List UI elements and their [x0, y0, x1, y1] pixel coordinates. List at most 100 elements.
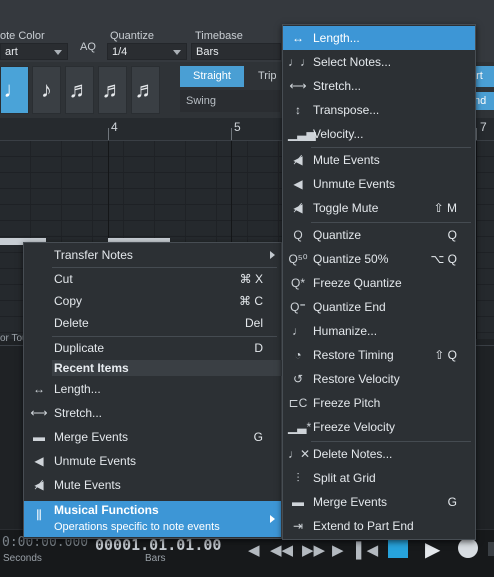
ruler-tick — [231, 128, 232, 140]
note-color-label: ote Color — [0, 30, 45, 42]
recent-items-header: Recent Items — [52, 360, 304, 376]
note-color-value: art — [5, 46, 18, 58]
transpose-icon: ↕ — [295, 103, 301, 117]
menu-item-length[interactable]: ↔ Length... — [24, 377, 281, 401]
menu-item-mute-events[interactable]: ◀̸ Mute Events — [283, 148, 475, 172]
straight-button[interactable]: Straight — [180, 66, 244, 87]
shortcut-label: Del — [244, 316, 263, 330]
restore-velocity-icon: ↺ — [292, 372, 304, 386]
fast-forward-icon[interactable]: ▶▶ — [302, 541, 325, 559]
note-color-select[interactable]: art — [0, 43, 68, 60]
menu-item-merge-events[interactable]: ▬ Merge Events G — [283, 490, 475, 514]
menu-item-delete[interactable]: Delete Del — [24, 311, 281, 335]
menu-item-label: Quantize 50% — [313, 252, 389, 266]
shortcut-label: ⌘ X — [239, 272, 263, 286]
musical-functions-icon: ⫼ — [36, 508, 42, 522]
menu-item-label: Delete Notes... — [313, 447, 393, 461]
quantize-value: 1/4 — [112, 46, 128, 58]
menu-item-transfer-notes[interactable]: Transfer Notes — [24, 243, 281, 267]
quantize-icon: Q — [293, 228, 303, 242]
menu-item-label: Length... — [313, 31, 360, 45]
play-icon[interactable]: ▶ — [425, 537, 440, 562]
bars-unit-label: Bars — [145, 553, 166, 564]
menu-item-restore-timing[interactable]: ◔ Restore Timing ⇧ Q — [283, 343, 475, 367]
menu-item-unmute-events[interactable]: ◀ Unmute Events — [283, 172, 475, 196]
menu-item-quantize-50[interactable]: Q⁵⁰ Quantize 50% ⌥ Q — [283, 247, 475, 271]
aq-button[interactable]: AQ — [80, 41, 96, 53]
return-to-zero-icon[interactable]: ▌◀ — [356, 541, 378, 559]
menu-item-label: Transpose... — [313, 103, 380, 117]
sixtyfourth-note-button[interactable]: ♬ — [131, 66, 160, 114]
menu-item-cut[interactable]: Cut ⌘ X — [24, 267, 281, 291]
menu-item-merge-events[interactable]: ▬ Merge Events G — [24, 425, 281, 449]
menu-item-extend-to-part-end[interactable]: ⇥ Extend to Part End — [283, 514, 475, 538]
menu-item-copy[interactable]: Copy ⌘ C — [24, 289, 281, 313]
eighth-note-button[interactable]: ♪ — [32, 66, 61, 114]
triplet-button[interactable]: Trip — [258, 66, 277, 87]
velocity-icon: ▁▃▅ — [288, 127, 316, 141]
menu-item-transpose[interactable]: ↕ Transpose... — [283, 98, 475, 122]
menu-item-split-at-grid[interactable]: ⫶ Split at Grid — [283, 466, 475, 490]
loop-icon[interactable] — [488, 542, 494, 556]
timebase-select[interactable]: Bars — [191, 43, 281, 60]
menu-item-musical-functions[interactable]: ⫼ Musical Functions Operations specific … — [24, 501, 281, 537]
menu-item-velocity[interactable]: ▁▃▅ Velocity... — [283, 122, 475, 146]
menu-item-freeze-pitch[interactable]: ⊏C Freeze Pitch — [283, 391, 475, 415]
forward-icon[interactable]: ▶ — [332, 541, 344, 559]
menu-item-label: Unmute Events — [54, 454, 137, 468]
menu-item-freeze-quantize[interactable]: Q* Freeze Quantize — [283, 271, 475, 295]
menu-item-humanize[interactable]: ♩ Humanize... — [283, 319, 475, 343]
split-icon: ⫶ — [296, 471, 300, 485]
menu-item-length[interactable]: ↔ Length... — [283, 26, 475, 50]
menu-item-label: Freeze Velocity — [313, 420, 396, 434]
shortcut-label: G — [447, 495, 457, 509]
rewind-icon[interactable]: ◀ — [248, 541, 260, 559]
chevron-down-icon — [173, 50, 181, 55]
menu-item-label: Mute Events — [54, 478, 121, 492]
shortcut-label: Q — [447, 228, 457, 242]
shortcut-label: ⌘ C — [239, 294, 263, 308]
quantize-select[interactable]: 1/4 — [107, 43, 187, 60]
shortcut-label: ⌥ Q — [430, 252, 458, 266]
speaker-icon: ◀ — [34, 454, 44, 468]
menu-item-quantize[interactable]: Q Quantize Q — [283, 223, 475, 247]
sixteenth-note-button[interactable]: ♬ — [65, 66, 94, 114]
menu-item-label: Extend to Part End — [313, 519, 414, 533]
menu-item-restore-velocity[interactable]: ↺ Restore Velocity — [283, 367, 475, 391]
extend-icon: ⇥ — [292, 519, 304, 533]
submenu-arrow-icon — [270, 251, 275, 259]
ruler-mark-4: 4 — [111, 120, 118, 134]
menu-item-mute-events[interactable]: ◀̸ Mute Events — [24, 473, 281, 497]
thirtysecond-note-button[interactable]: ♬ — [98, 66, 127, 114]
menu-item-toggle-mute[interactable]: ◀̸ Toggle Mute ⇧ M — [283, 196, 475, 220]
record-button[interactable] — [458, 538, 478, 558]
menu-item-duplicate[interactable]: Duplicate D — [24, 336, 281, 360]
menu-item-label: Delete — [54, 316, 89, 330]
merge-icon: ▬ — [292, 495, 304, 509]
menu-item-label: Humanize... — [313, 324, 378, 338]
menu-item-label: Stretch... — [54, 406, 103, 420]
swing-slider[interactable]: Swing — [180, 90, 280, 112]
stop-button[interactable] — [388, 538, 408, 558]
quarter-note-button[interactable]: ♩ — [0, 66, 29, 114]
end-button[interactable]: nd — [474, 92, 494, 110]
menu-item-quantize-end[interactable]: Q⁼ Quantize End — [283, 295, 475, 319]
ruler-tick — [108, 128, 109, 140]
menu-item-stretch[interactable]: ⟷ Stretch... — [283, 74, 475, 98]
menu-item-label: Restore Velocity — [313, 372, 400, 386]
menu-item-label: Copy — [54, 294, 83, 308]
menu-item-description: Operations specific to note events — [54, 521, 220, 533]
mute-icon: ◀̸ — [34, 478, 44, 492]
menu-item-freeze-velocity[interactable]: ▁▃* Freeze Velocity — [283, 415, 475, 439]
quantize-end-icon: Q⁼ — [290, 300, 306, 314]
time-unit-label: Seconds — [3, 553, 42, 564]
fast-rewind-icon[interactable]: ◀◀ — [270, 541, 293, 559]
menu-item-label: Velocity... — [313, 127, 364, 141]
menu-item-stretch[interactable]: ⟷ Stretch... — [24, 401, 281, 425]
chevron-down-icon — [54, 50, 62, 55]
menu-item-label: Restore Timing — [313, 348, 394, 362]
menu-item-delete-notes[interactable]: ♩✕ Delete Notes... — [283, 442, 475, 466]
menu-item-select-notes[interactable]: ♩♩ Select Notes... — [283, 50, 475, 74]
menu-item-unmute-events[interactable]: ◀ Unmute Events — [24, 449, 281, 473]
freeze-pitch-icon: ⊏C — [288, 396, 308, 410]
